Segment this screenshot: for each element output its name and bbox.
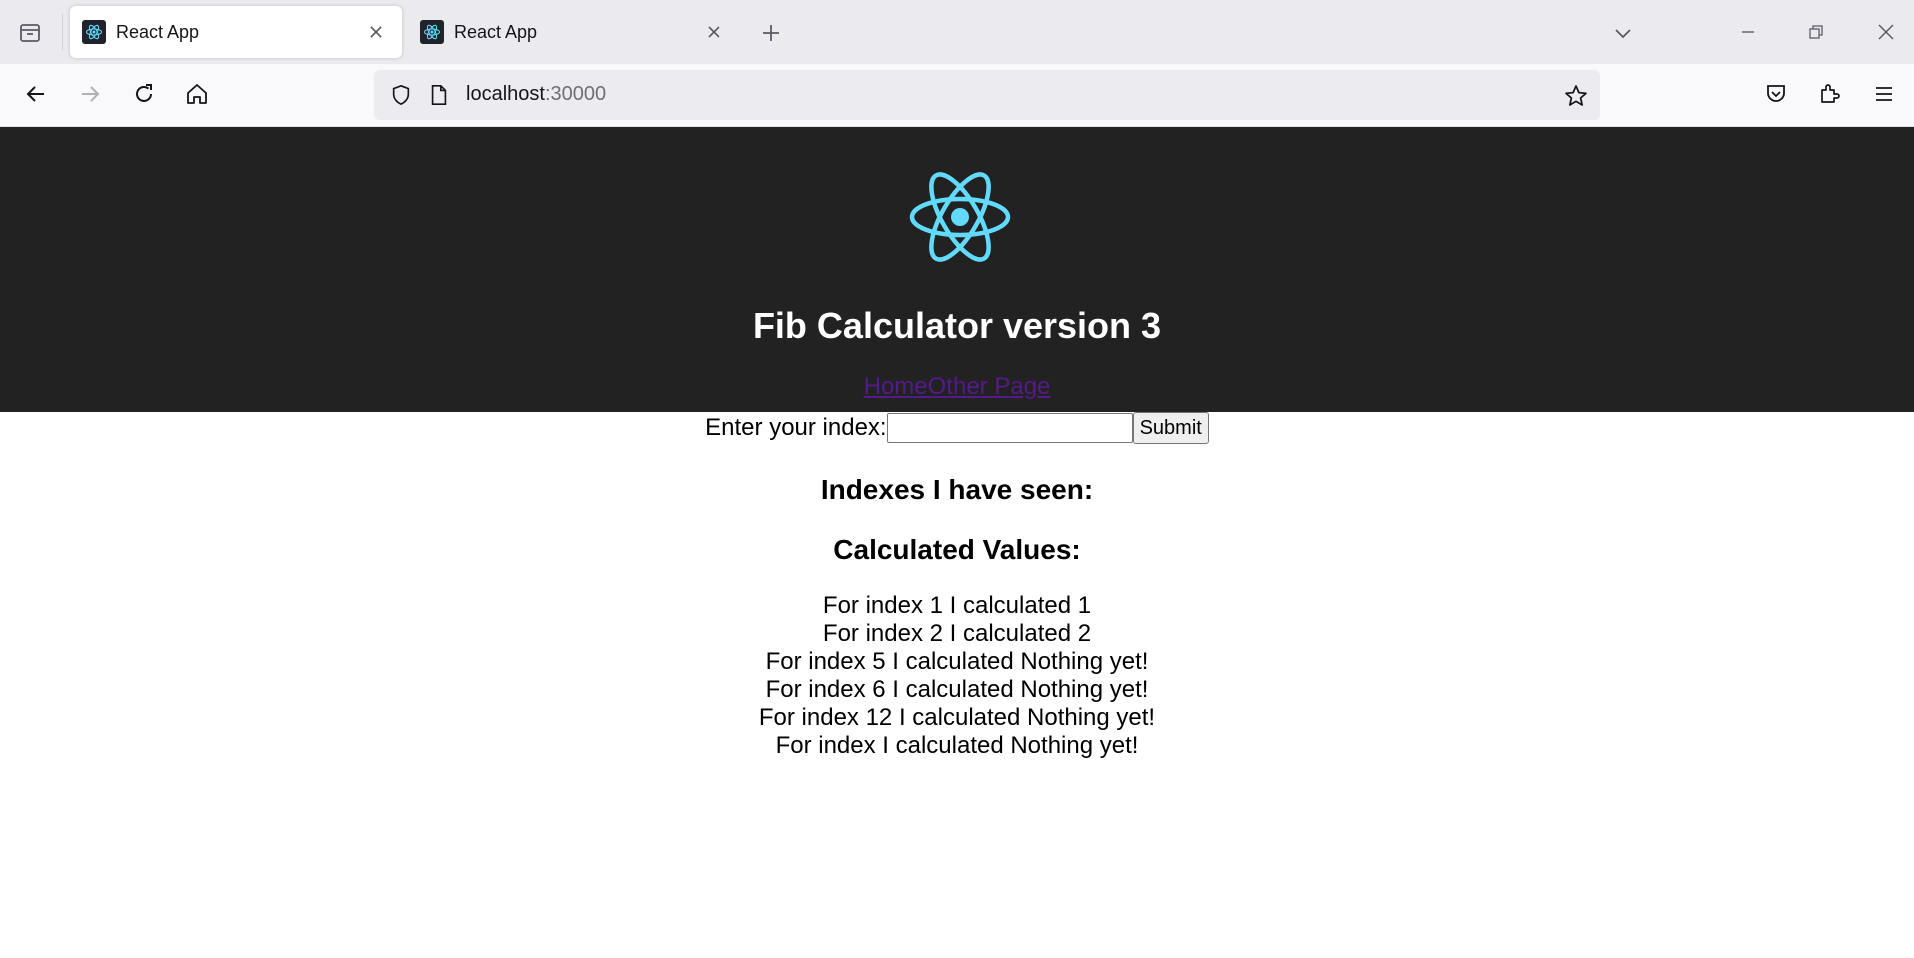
browser-navigation-bar: localhost:30000 [0,64,1914,127]
calculated-values-list: For index 1 I calculated 1 For index 2 I… [0,592,1914,760]
react-logo-icon [909,172,1011,262]
back-arrow-icon[interactable] [16,74,56,114]
page-title: Fib Calculator version 3 [752,305,1162,346]
indexes-heading: Indexes I have seen: [820,474,1094,505]
browser-tab-bar: React App React App [0,0,1914,64]
index-form: Enter your index: Submit [0,412,1914,444]
url-port: :30000 [544,83,607,105]
restore-window-icon[interactable] [1796,14,1836,50]
calculated-value-item: For index 2 I calculated 2 [822,620,1092,647]
tab-title: React App [116,21,200,42]
calculated-value-item: For index 1 I calculated 1 [822,592,1092,619]
bookmark-star-icon[interactable] [1562,82,1590,110]
nav-links: HomeOther Page [0,373,1914,401]
new-tab-plus-icon[interactable] [754,16,788,50]
tracking-protection-shield-icon[interactable] [388,82,414,108]
pocket-icon[interactable] [1756,74,1796,114]
reload-icon[interactable] [124,74,164,114]
menu-hamburger-icon[interactable] [1864,74,1904,114]
list-all-tabs-chevron-down-icon[interactable] [1606,16,1640,50]
tab-react-app-active[interactable]: React App [70,6,402,58]
calculated-value-item: For index 5 I calculated Nothing yet! [765,648,1149,675]
home-link[interactable]: Home [864,373,928,400]
minimize-window-icon[interactable] [1728,14,1768,50]
calculated-values-heading: Calculated Values: [833,534,1081,565]
firefox-view-icon[interactable] [10,16,50,50]
tab-react-app[interactable]: React App [408,6,740,58]
tab-title: React App [454,21,538,42]
tab-close-icon[interactable] [700,18,728,46]
index-input[interactable] [886,413,1133,443]
index-label: Enter your index: [705,414,887,441]
extensions-puzzle-icon[interactable] [1810,74,1850,114]
calculated-value-item: For index 6 I calculated Nothing yet! [765,676,1149,703]
page-info-icon[interactable] [426,82,452,108]
other-page-link[interactable]: Other Page [928,373,1051,400]
close-window-icon[interactable] [1866,14,1906,50]
tab-close-icon[interactable] [362,18,390,46]
url-host: localhost [466,83,545,105]
calculated-value-item: For index I calculated Nothing yet! [775,732,1139,759]
tab-separator [62,14,63,50]
forward-arrow-icon[interactable] [70,74,110,114]
submit-button[interactable]: Submit [1132,412,1209,444]
url-text[interactable]: localhost:30000 [466,83,606,106]
calculated-value-item: For index 12 I calculated Nothing yet! [758,704,1156,731]
home-icon[interactable] [177,74,217,114]
react-favicon-icon [82,20,106,44]
address-bar[interactable]: localhost:30000 [374,70,1600,120]
app-header: Fib Calculator version 3 HomeOther Page [0,127,1914,412]
react-favicon-icon [420,20,444,44]
